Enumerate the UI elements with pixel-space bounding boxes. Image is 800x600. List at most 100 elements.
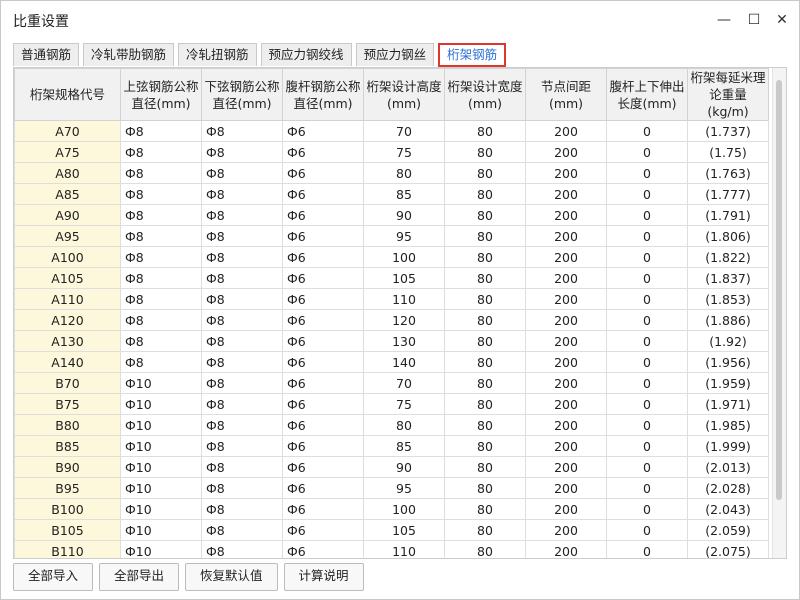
table-cell[interactable]: Ф6 xyxy=(282,246,364,268)
table-row[interactable]: B110 Ф10 Ф8 Ф6 110 80 200 0 (2.075) xyxy=(14,540,769,558)
table-cell[interactable]: 0 xyxy=(606,414,688,436)
table-cell[interactable]: 70 xyxy=(363,120,445,142)
table-cell[interactable]: 85 xyxy=(363,435,445,457)
table-cell[interactable]: Ф8 xyxy=(120,225,202,247)
table-cell[interactable]: Ф8 xyxy=(201,183,283,205)
column-header[interactable]: 桁架设计宽度(mm) xyxy=(444,68,526,121)
table-cell[interactable]: Ф8 xyxy=(120,162,202,184)
table-row[interactable]: B75 Ф10 Ф8 Ф6 75 80 200 0 (1.971) xyxy=(14,393,769,415)
table-cell[interactable]: Ф8 xyxy=(201,393,283,415)
table-cell[interactable]: 200 xyxy=(525,330,607,352)
table-row[interactable]: B70 Ф10 Ф8 Ф6 70 80 200 0 (1.959) xyxy=(14,372,769,394)
table-cell[interactable]: 200 xyxy=(525,288,607,310)
table-cell[interactable]: 75 xyxy=(363,141,445,163)
table-cell[interactable]: 200 xyxy=(525,414,607,436)
truss-code-cell[interactable]: B70 xyxy=(14,372,121,394)
table-cell[interactable]: Ф8 xyxy=(201,162,283,184)
table-cell[interactable]: Ф8 xyxy=(201,330,283,352)
table-cell[interactable]: 80 xyxy=(444,267,526,289)
vertical-scrollbar[interactable] xyxy=(772,68,786,558)
table-cell[interactable]: Ф8 xyxy=(120,309,202,331)
truss-code-cell[interactable]: B100 xyxy=(14,498,121,520)
import-all-button[interactable]: 全部导入 xyxy=(13,563,94,591)
table-cell[interactable]: 0 xyxy=(606,288,688,310)
table-cell[interactable]: 200 xyxy=(525,183,607,205)
table-row[interactable]: A140 Ф8 Ф8 Ф6 140 80 200 0 (1.956) xyxy=(14,351,769,373)
table-cell[interactable]: Ф10 xyxy=(120,498,202,520)
truss-code-cell[interactable]: A75 xyxy=(14,141,121,163)
table-cell[interactable]: (2.028) xyxy=(687,477,769,499)
truss-code-cell[interactable]: B80 xyxy=(14,414,121,436)
table-cell[interactable]: (1.886) xyxy=(687,309,769,331)
table-cell[interactable]: 80 xyxy=(444,351,526,373)
table-cell[interactable]: 0 xyxy=(606,246,688,268)
table-cell[interactable]: Ф8 xyxy=(201,141,283,163)
table-cell[interactable]: 80 xyxy=(444,477,526,499)
table-cell[interactable]: (1.791) xyxy=(687,204,769,226)
table-cell[interactable]: (1.959) xyxy=(687,372,769,394)
table-cell[interactable]: (2.059) xyxy=(687,519,769,541)
table-cell[interactable]: Ф6 xyxy=(282,309,364,331)
table-cell[interactable]: (1.985) xyxy=(687,414,769,436)
table-cell[interactable]: 0 xyxy=(606,351,688,373)
table-cell[interactable]: 100 xyxy=(363,246,445,268)
table-cell[interactable]: Ф8 xyxy=(120,183,202,205)
tab-2[interactable]: 冷轧扭钢筋 xyxy=(178,43,257,66)
table-cell[interactable]: 0 xyxy=(606,519,688,541)
table-cell[interactable]: 80 xyxy=(444,162,526,184)
table-cell[interactable]: 90 xyxy=(363,204,445,226)
table-cell[interactable]: (1.806) xyxy=(687,225,769,247)
truss-code-cell[interactable]: B75 xyxy=(14,393,121,415)
table-cell[interactable]: 80 xyxy=(444,519,526,541)
table-cell[interactable]: (1.956) xyxy=(687,351,769,373)
table-row[interactable]: A85 Ф8 Ф8 Ф6 85 80 200 0 (1.777) xyxy=(14,183,769,205)
table-cell[interactable]: (1.737) xyxy=(687,120,769,142)
truss-code-cell[interactable]: A140 xyxy=(14,351,121,373)
table-cell[interactable]: 70 xyxy=(363,372,445,394)
maximize-icon[interactable]: ☐ xyxy=(743,10,765,30)
truss-code-cell[interactable]: A90 xyxy=(14,204,121,226)
truss-code-cell[interactable]: A85 xyxy=(14,183,121,205)
table-cell[interactable]: 80 xyxy=(444,456,526,478)
column-header[interactable]: 下弦钢筋公称直径(mm) xyxy=(201,68,283,121)
table-cell[interactable]: 200 xyxy=(525,540,607,558)
table-cell[interactable]: 200 xyxy=(525,204,607,226)
column-header[interactable]: 桁架规格代号 xyxy=(14,68,121,121)
table-cell[interactable]: Ф8 xyxy=(201,351,283,373)
table-cell[interactable]: Ф8 xyxy=(201,120,283,142)
column-header[interactable]: 腹杆上下伸出长度(mm) xyxy=(606,68,688,121)
table-cell[interactable]: Ф10 xyxy=(120,372,202,394)
table-row[interactable]: A100 Ф8 Ф8 Ф6 100 80 200 0 (1.822) xyxy=(14,246,769,268)
table-row[interactable]: A120 Ф8 Ф8 Ф6 120 80 200 0 (1.886) xyxy=(14,309,769,331)
table-cell[interactable]: Ф6 xyxy=(282,288,364,310)
table-cell[interactable]: Ф6 xyxy=(282,456,364,478)
table-cell[interactable]: 0 xyxy=(606,393,688,415)
table-cell[interactable]: 80 xyxy=(444,330,526,352)
table-cell[interactable]: Ф8 xyxy=(201,246,283,268)
table-cell[interactable]: 85 xyxy=(363,183,445,205)
table-cell[interactable]: Ф10 xyxy=(120,414,202,436)
table-cell[interactable]: 80 xyxy=(363,414,445,436)
table-row[interactable]: A105 Ф8 Ф8 Ф6 105 80 200 0 (1.837) xyxy=(14,267,769,289)
table-cell[interactable]: Ф8 xyxy=(201,204,283,226)
table-row[interactable]: B85 Ф10 Ф8 Ф6 85 80 200 0 (1.999) xyxy=(14,435,769,457)
truss-code-cell[interactable]: B105 xyxy=(14,519,121,541)
table-cell[interactable]: Ф6 xyxy=(282,519,364,541)
table-cell[interactable]: Ф8 xyxy=(201,372,283,394)
column-header[interactable]: 上弦钢筋公称直径(mm) xyxy=(120,68,202,121)
table-cell[interactable]: Ф6 xyxy=(282,120,364,142)
table-row[interactable]: B90 Ф10 Ф8 Ф6 90 80 200 0 (2.013) xyxy=(14,456,769,478)
table-cell[interactable]: 0 xyxy=(606,540,688,558)
truss-code-cell[interactable]: A100 xyxy=(14,246,121,268)
tab-5[interactable]: 桁架钢筋 xyxy=(438,43,507,67)
scrollbar-thumb[interactable] xyxy=(776,80,782,500)
table-cell[interactable]: 200 xyxy=(525,246,607,268)
table-cell[interactable]: 0 xyxy=(606,267,688,289)
table-cell[interactable]: Ф10 xyxy=(120,519,202,541)
table-row[interactable]: B80 Ф10 Ф8 Ф6 80 80 200 0 (1.985) xyxy=(14,414,769,436)
table-row[interactable]: A70 Ф8 Ф8 Ф6 70 80 200 0 (1.737) xyxy=(14,120,769,142)
table-cell[interactable]: Ф8 xyxy=(120,288,202,310)
table-cell[interactable]: 0 xyxy=(606,309,688,331)
table-cell[interactable]: Ф8 xyxy=(201,498,283,520)
table-cell[interactable]: 0 xyxy=(606,498,688,520)
